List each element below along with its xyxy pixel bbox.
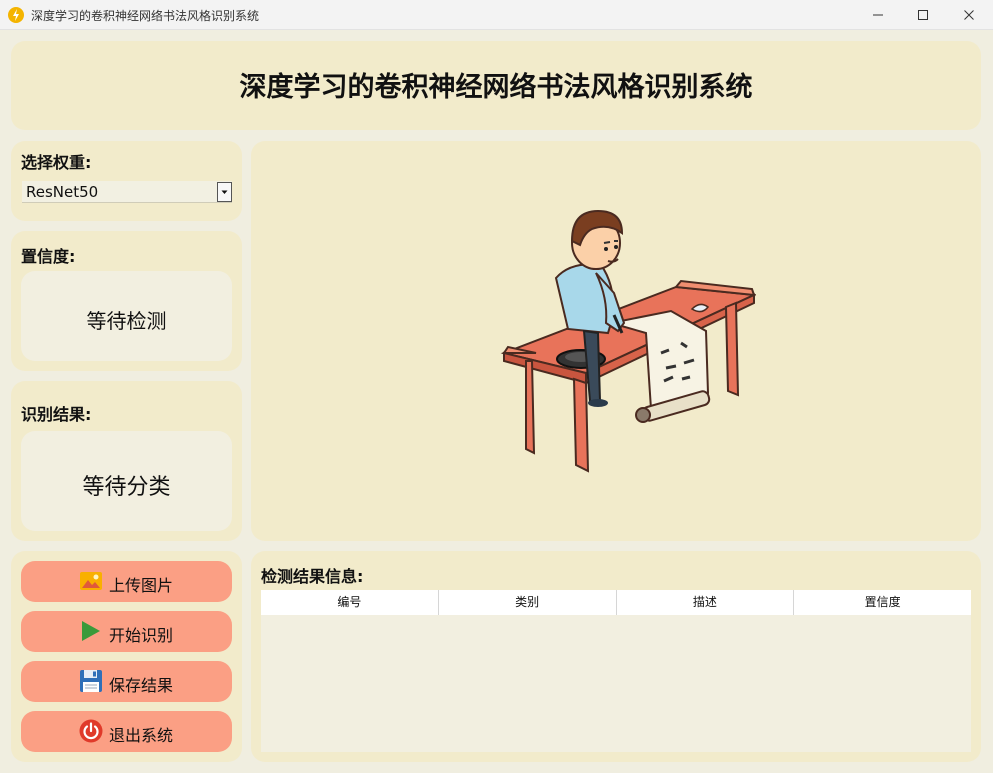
power-icon [79, 719, 103, 743]
result-label: 识别结果: [21, 405, 92, 424]
minimize-button[interactable] [855, 0, 901, 30]
save-result-button[interactable]: 保存结果 [21, 661, 232, 702]
confidence-display: 等待检测 [21, 271, 232, 361]
exit-system-label: 退出系统 [109, 726, 174, 745]
detection-info-label: 检测结果信息: [261, 567, 364, 586]
weight-panel: 选择权重: ResNet50 [11, 141, 242, 221]
confidence-label: 置信度: [21, 247, 76, 266]
start-recognition-button[interactable]: 开始识别 [21, 611, 232, 652]
upload-image-label: 上传图片 [109, 576, 174, 595]
close-icon [964, 10, 974, 20]
weight-label: 选择权重: [21, 153, 92, 172]
window-title: 深度学习的卷积神经网络书法风格识别系统 [31, 9, 260, 23]
weight-select[interactable]: ResNet50 [22, 181, 232, 203]
play-icon [82, 621, 100, 641]
image-icon [80, 572, 102, 590]
buttons-panel: 上传图片 开始识别 保存结果 退出系统 [11, 551, 242, 762]
maximize-button[interactable] [900, 0, 946, 30]
save-result-label: 保存结果 [109, 676, 174, 695]
result-value: 等待分类 [82, 475, 171, 500]
dropdown-arrow-icon[interactable] [217, 182, 232, 202]
image-display-panel [251, 141, 981, 541]
table-header: 编号 类别 描述 置信度 [261, 590, 971, 615]
lightning-icon [8, 7, 24, 23]
column-header-id[interactable]: 编号 [261, 590, 439, 615]
detection-info-panel: 检测结果信息: 编号 类别 描述 置信度 [251, 551, 981, 762]
confidence-value: 等待检测 [86, 309, 167, 333]
result-panel: 识别结果: 等待分类 [11, 381, 242, 541]
page-title: 深度学习的卷积神经网络书法风格识别系统 [239, 72, 753, 103]
header-panel: 深度学习的卷积神经网络书法风格识别系统 [11, 41, 981, 130]
column-header-confidence[interactable]: 置信度 [794, 590, 971, 615]
exit-system-button[interactable]: 退出系统 [21, 711, 232, 752]
close-button[interactable] [946, 0, 992, 30]
column-header-description[interactable]: 描述 [617, 590, 795, 615]
window-titlebar: 深度学习的卷积神经网络书法风格识别系统 [0, 0, 993, 30]
confidence-panel: 置信度: 等待检测 [11, 231, 242, 371]
column-header-category[interactable]: 类别 [439, 590, 617, 615]
results-table[interactable]: 编号 类别 描述 置信度 [261, 590, 971, 752]
minimize-icon [873, 14, 883, 16]
maximize-icon [918, 10, 928, 20]
calligrapher-illustration [500, 209, 756, 473]
result-display: 等待分类 [21, 431, 232, 531]
start-recognition-label: 开始识别 [109, 626, 174, 645]
upload-image-button[interactable]: 上传图片 [21, 561, 232, 602]
floppy-disk-icon [80, 670, 102, 692]
weight-select-value: ResNet50 [26, 183, 99, 201]
